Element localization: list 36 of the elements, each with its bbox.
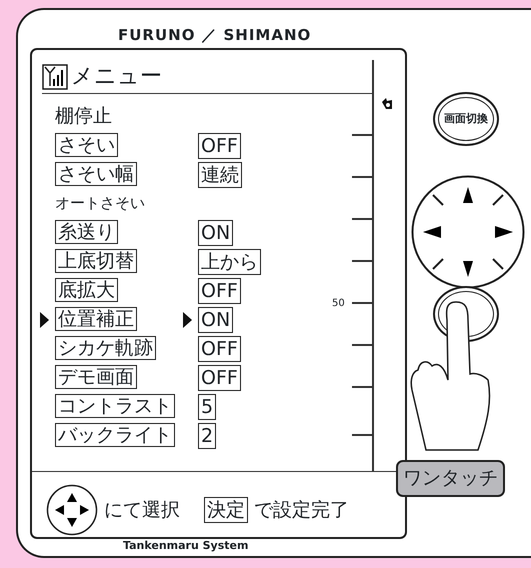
menu-item[interactable]: コントラスト	[55, 394, 175, 418]
section-label: オートさそい	[55, 193, 145, 214]
signal-antenna-icon	[42, 64, 68, 90]
setting-value[interactable]: ON	[198, 306, 234, 332]
key-label: 決定	[204, 497, 248, 523]
setting-value[interactable]: OFF	[198, 278, 241, 304]
menu-item[interactable]: バックライト	[55, 423, 175, 447]
menu-item[interactable]: さそい	[55, 133, 118, 157]
setting-value[interactable]: 連続	[198, 162, 242, 188]
one-touch-button[interactable]: ワンタッチ	[396, 460, 505, 496]
setting-value[interactable]: OFF	[198, 364, 241, 390]
setting-value[interactable]: 2	[198, 422, 216, 448]
menu-item[interactable]: 糸送り	[55, 220, 118, 244]
setting-value[interactable]: 上から	[198, 248, 261, 274]
section-label: 棚停止	[55, 104, 112, 130]
brand-logo: FURUNO	[118, 26, 196, 44]
model-name: Tankenmaru System	[123, 538, 248, 554]
setting-value[interactable]: 5	[198, 394, 216, 420]
menu-item[interactable]: さそい幅	[55, 162, 137, 186]
brand-logo: SHIMANO	[223, 26, 312, 44]
menu-item[interactable]: 位置補正	[55, 307, 137, 331]
direction-pad-button[interactable]	[411, 175, 525, 289]
direction-pad-icon	[46, 484, 98, 536]
menu-item[interactable]: デモ画面	[55, 365, 137, 389]
setting-value[interactable]: OFF	[198, 336, 241, 362]
instruction-text: で設定完了	[254, 498, 349, 523]
screen-switch-button[interactable]: 画面切換	[433, 92, 499, 146]
menu-item[interactable]: 上底切替	[55, 249, 137, 273]
scale-label: 50	[332, 297, 345, 311]
setting-value[interactable]: OFF	[198, 132, 241, 158]
instruction-text: にて選択	[104, 498, 180, 523]
menu-item[interactable]: シカケ軌跡	[55, 336, 156, 360]
menu-item[interactable]: 底拡大	[55, 278, 118, 302]
menu-title: メニュー	[71, 63, 162, 91]
brand-separator: ／	[201, 26, 218, 44]
setting-value[interactable]: ON	[198, 220, 234, 246]
